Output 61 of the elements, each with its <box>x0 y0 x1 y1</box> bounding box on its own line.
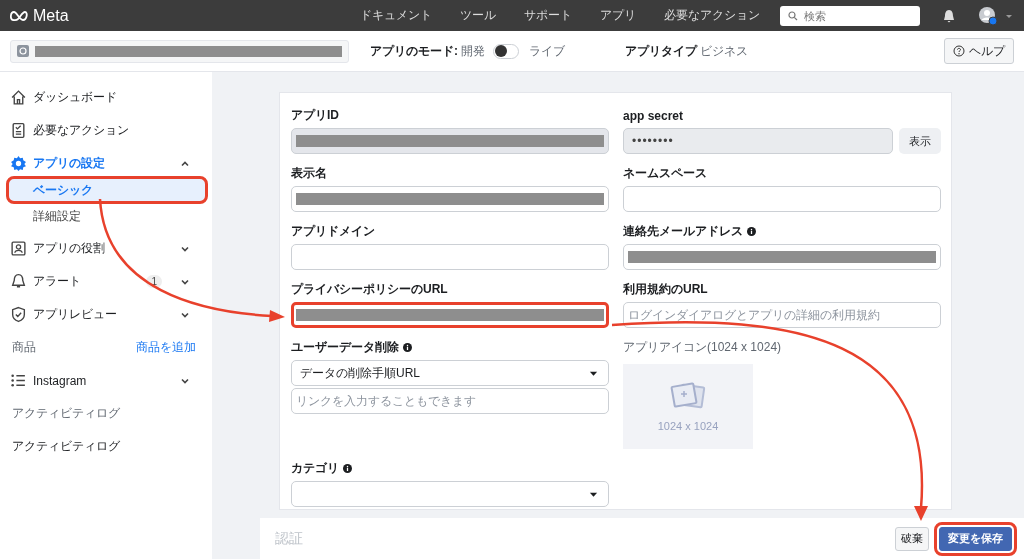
sidebar-item[interactable]: アプリの設定 <box>0 147 212 180</box>
dropdown[interactable]: データの削除手順URL <box>291 360 609 386</box>
help-button[interactable]: ヘルプ <box>944 38 1014 64</box>
list-icon <box>10 372 27 389</box>
sidebar-subitem[interactable]: ベーシック <box>8 178 206 202</box>
section-title: 認証 <box>275 529 303 548</box>
field-label: 連絡先メールアドレス <box>623 223 743 240</box>
meta-logo-icon <box>10 9 30 22</box>
app-selector[interactable] <box>10 39 349 63</box>
live-label: ライブ <box>529 42 565 60</box>
field-label: アプリID <box>291 107 339 124</box>
sidebar-item[interactable]: アプリの役割 <box>0 232 212 265</box>
sidebar-item[interactable]: Instagram <box>0 364 212 397</box>
gear-icon <box>10 155 27 172</box>
sidebar-item[interactable]: アクティビティログ <box>0 430 212 463</box>
type-value: ビジネス <box>700 42 748 60</box>
nav-link[interactable]: ツール <box>460 7 496 24</box>
sidebar-subitem[interactable]: 詳細設定 <box>8 204 206 228</box>
gear-icon <box>17 45 29 57</box>
checklist-icon <box>10 122 27 139</box>
search-icon <box>788 10 798 21</box>
sidebar-item[interactable]: ダッシュボード <box>0 81 212 114</box>
nav-link[interactable]: ドキュメント <box>360 7 432 24</box>
avatar-icon <box>978 5 998 26</box>
image-size-caption: 1024 x 1024 <box>657 419 719 432</box>
section-label: 商品 <box>12 339 36 356</box>
field-label: ユーザーデータ削除 <box>291 339 399 356</box>
mode-label: アプリのモード: <box>370 42 458 60</box>
bell-icon <box>942 8 956 23</box>
shield-check-icon <box>10 306 27 323</box>
discard-button[interactable]: 破棄 <box>895 526 929 551</box>
type-label: アプリタイプ <box>625 42 697 60</box>
nav-link[interactable]: アプリ <box>600 7 636 24</box>
home-icon <box>10 89 27 106</box>
field-label: プライバシーポリシーのURL <box>291 281 448 298</box>
mode-toggle[interactable] <box>493 43 519 59</box>
show-button[interactable]: 表示 <box>899 128 941 154</box>
input-field[interactable] <box>291 302 609 328</box>
nav-link[interactable]: 必要なアクション <box>664 7 760 24</box>
logo-text: Meta <box>33 6 69 25</box>
search-field[interactable]: 検索 <box>780 5 920 26</box>
mode-value: 開発 <box>461 42 485 60</box>
secret-field[interactable]: •••••••• <box>623 128 893 154</box>
info-icon <box>343 464 352 473</box>
section-label: アクティビティログ <box>12 405 120 422</box>
field-label: カテゴリ <box>291 460 339 477</box>
bell-icon <box>10 273 27 290</box>
field-label: ネームスペース <box>623 165 707 182</box>
field-label: app secret <box>623 108 684 123</box>
info-icon <box>747 227 756 236</box>
info-icon <box>403 343 412 352</box>
help-icon <box>953 45 965 57</box>
sidebar-item[interactable]: 必要なアクション <box>0 114 212 147</box>
field-label: 表示名 <box>291 165 327 182</box>
add-link[interactable]: 商品を追加 <box>136 339 196 356</box>
field-label: アプリアイコン(1024 x 1024) <box>623 339 782 356</box>
field-label: アプリドメイン <box>291 223 375 240</box>
contact-card-icon <box>10 240 27 257</box>
field-label: 利用規約のURL <box>623 281 708 298</box>
sidebar-item[interactable]: アプリレビュー <box>0 298 212 331</box>
nav-link[interactable]: サポート <box>524 7 572 24</box>
